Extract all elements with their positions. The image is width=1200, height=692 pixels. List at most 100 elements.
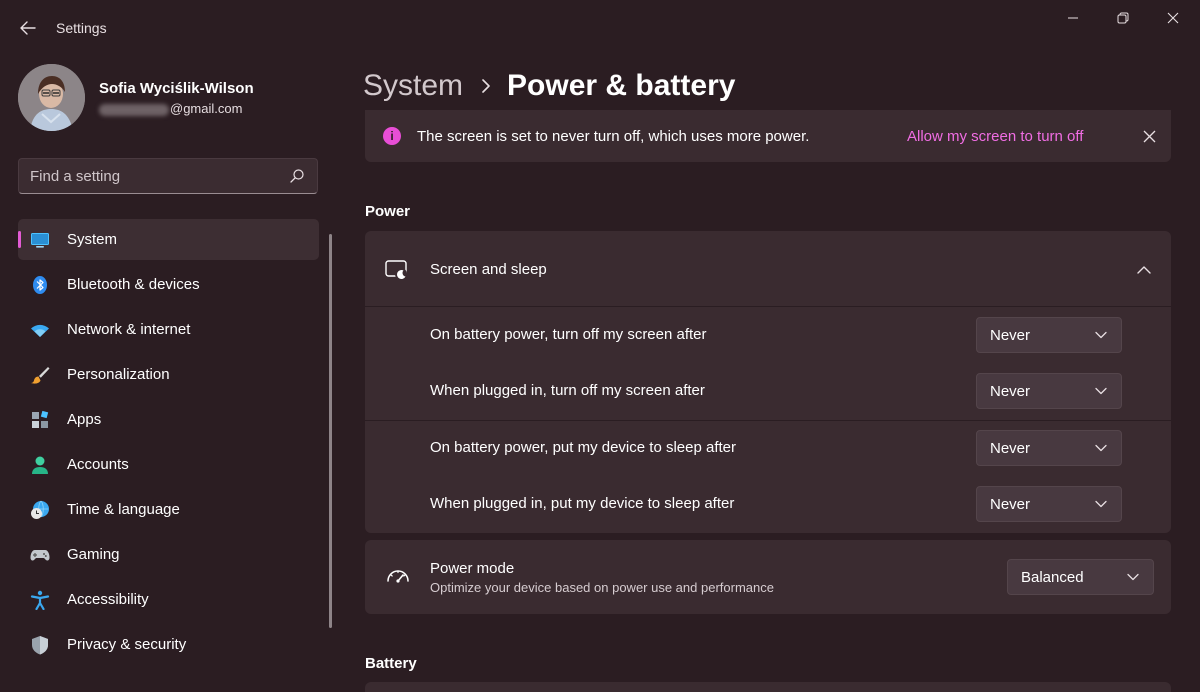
chevron-down-icon — [1095, 444, 1107, 452]
power-mode-dropdown[interactable]: Balanced — [1007, 559, 1154, 595]
sidebar-item-label: Time & language — [67, 501, 180, 518]
dropdown-value: Never — [990, 327, 1031, 344]
plugged-screen-off-dropdown[interactable]: Never — [976, 373, 1122, 409]
sidebar-item-label: Personalization — [67, 366, 170, 383]
search-box[interactable] — [18, 158, 318, 194]
setting-label: When plugged in, turn off my screen afte… — [430, 382, 705, 399]
search-input[interactable] — [19, 159, 279, 193]
sidebar-item-system[interactable]: System — [18, 219, 319, 260]
close-window-button[interactable] — [1148, 0, 1198, 36]
power-mode-card: Power mode Optimize your device based on… — [365, 540, 1171, 614]
sidebar-item-privacy-security[interactable]: Privacy & security — [18, 624, 319, 665]
setting-label: On battery power, turn off my screen aft… — [430, 326, 707, 343]
collapse-button[interactable] — [1135, 260, 1153, 278]
breadcrumb: System Power & battery — [363, 64, 735, 108]
speedometer-icon — [387, 570, 409, 583]
dismiss-notice-button[interactable] — [1137, 124, 1161, 148]
shield-icon — [32, 636, 48, 655]
sidebar-nav: System Bluetooth & devices Network & int… — [18, 219, 319, 669]
battery-sleep-dropdown[interactable]: Never — [976, 430, 1122, 466]
breadcrumb-parent-system[interactable]: System — [363, 69, 463, 103]
allow-screen-off-link[interactable]: Allow my screen to turn off — [907, 128, 1083, 145]
minimize-button[interactable] — [1048, 0, 1098, 36]
setting-label: When plugged in, put my device to sleep … — [430, 495, 735, 512]
power-notice-banner: i The screen is set to never turn off, w… — [365, 110, 1171, 162]
setting-row-battery-screen-off: On battery power, turn off my screen aft… — [365, 308, 1171, 364]
screen-sleep-card: Screen and sleep On battery power, turn … — [365, 231, 1171, 533]
section-title-power: Power — [365, 203, 411, 220]
search-icon[interactable] — [289, 168, 305, 184]
person-icon — [32, 456, 48, 474]
power-mode-description: Optimize your device based on power use … — [430, 580, 774, 595]
bluetooth-icon — [33, 276, 47, 294]
dropdown-value: Balanced — [1021, 569, 1084, 586]
plugged-sleep-dropdown[interactable]: Never — [976, 486, 1122, 522]
apps-icon — [32, 410, 49, 428]
sidebar-item-label: Accounts — [67, 456, 129, 473]
user-email: @gmail.com — [99, 101, 242, 116]
sidebar-item-label: Bluetooth & devices — [67, 276, 200, 293]
chevron-down-icon — [1095, 387, 1107, 395]
dropdown-value: Never — [990, 496, 1031, 513]
app-title: Settings — [56, 20, 107, 36]
avatar-photo-icon — [18, 64, 85, 131]
notice-text: The screen is set to never turn off, whi… — [417, 128, 810, 145]
sidebar-item-label: Apps — [67, 411, 102, 428]
setting-row-plugged-sleep: When plugged in, put my device to sleep … — [365, 477, 1171, 533]
sidebar-item-time-language[interactable]: Time & language — [18, 489, 319, 530]
chevron-up-icon — [1137, 265, 1151, 274]
section-title-battery: Battery — [365, 655, 417, 672]
chevron-right-icon — [482, 79, 490, 93]
sidebar-item-label: Network & internet — [67, 321, 191, 338]
minimize-icon — [1068, 17, 1078, 19]
globe-clock-icon — [31, 500, 49, 519]
sidebar-item-network[interactable]: Network & internet — [18, 309, 319, 350]
sidebar-item-label: Privacy & security — [67, 636, 187, 653]
sidebar-item-personalization[interactable]: Personalization — [18, 354, 319, 395]
monitor-icon — [31, 233, 49, 248]
restore-button[interactable] — [1098, 0, 1148, 36]
power-mode-title: Power mode — [430, 560, 515, 577]
battery-screen-off-dropdown[interactable]: Never — [976, 317, 1122, 353]
title-bar: Settings — [0, 0, 1200, 56]
dropdown-value: Never — [990, 383, 1031, 400]
brush-icon — [31, 367, 50, 384]
sidebar-item-label: System — [67, 231, 118, 248]
sidebar-scrollbar[interactable] — [329, 234, 332, 628]
chevron-down-icon — [1095, 331, 1107, 339]
wifi-icon — [31, 324, 49, 337]
chevron-down-icon — [1127, 573, 1139, 581]
setting-row-battery-sleep: On battery power, put my device to sleep… — [365, 421, 1171, 477]
close-icon — [1167, 12, 1179, 24]
screen-sleep-header[interactable]: Screen and sleep — [365, 231, 1171, 307]
setting-label: On battery power, put my device to sleep… — [430, 439, 736, 456]
sidebar-item-accessibility[interactable]: Accessibility — [18, 579, 319, 620]
sidebar-item-accounts[interactable]: Accounts — [18, 444, 319, 485]
info-icon: i — [383, 127, 401, 145]
dropdown-value: Never — [990, 440, 1031, 457]
sidebar-item-label: Gaming — [67, 546, 120, 563]
breadcrumb-separator — [481, 79, 491, 93]
close-icon — [1143, 130, 1155, 142]
back-button[interactable] — [14, 14, 42, 42]
email-redaction — [99, 103, 169, 116]
active-indicator — [18, 231, 21, 248]
back-arrow-icon — [20, 21, 36, 35]
avatar[interactable] — [18, 64, 85, 131]
restore-icon — [1117, 12, 1129, 24]
setting-row-plugged-screen-off: When plugged in, turn off my screen afte… — [365, 364, 1171, 420]
accessibility-icon — [30, 590, 50, 610]
sidebar-item-gaming[interactable]: Gaming — [18, 534, 319, 575]
sidebar-item-bluetooth[interactable]: Bluetooth & devices — [18, 264, 319, 305]
sidebar-item-apps[interactable]: Apps — [18, 399, 319, 440]
gamepad-icon — [30, 550, 50, 561]
screen-sleep-title: Screen and sleep — [430, 261, 547, 278]
screen-moon-icon — [385, 260, 407, 280]
sidebar-item-label: Accessibility — [67, 591, 149, 608]
user-profile[interactable]: Sofia Wyciślik-Wilson @gmail.com — [18, 64, 318, 134]
page-title: Power & battery — [507, 69, 736, 102]
battery-card — [365, 682, 1171, 692]
email-domain: @gmail.com — [170, 101, 243, 116]
user-name: Sofia Wyciślik-Wilson — [99, 80, 254, 97]
chevron-down-icon — [1095, 500, 1107, 508]
